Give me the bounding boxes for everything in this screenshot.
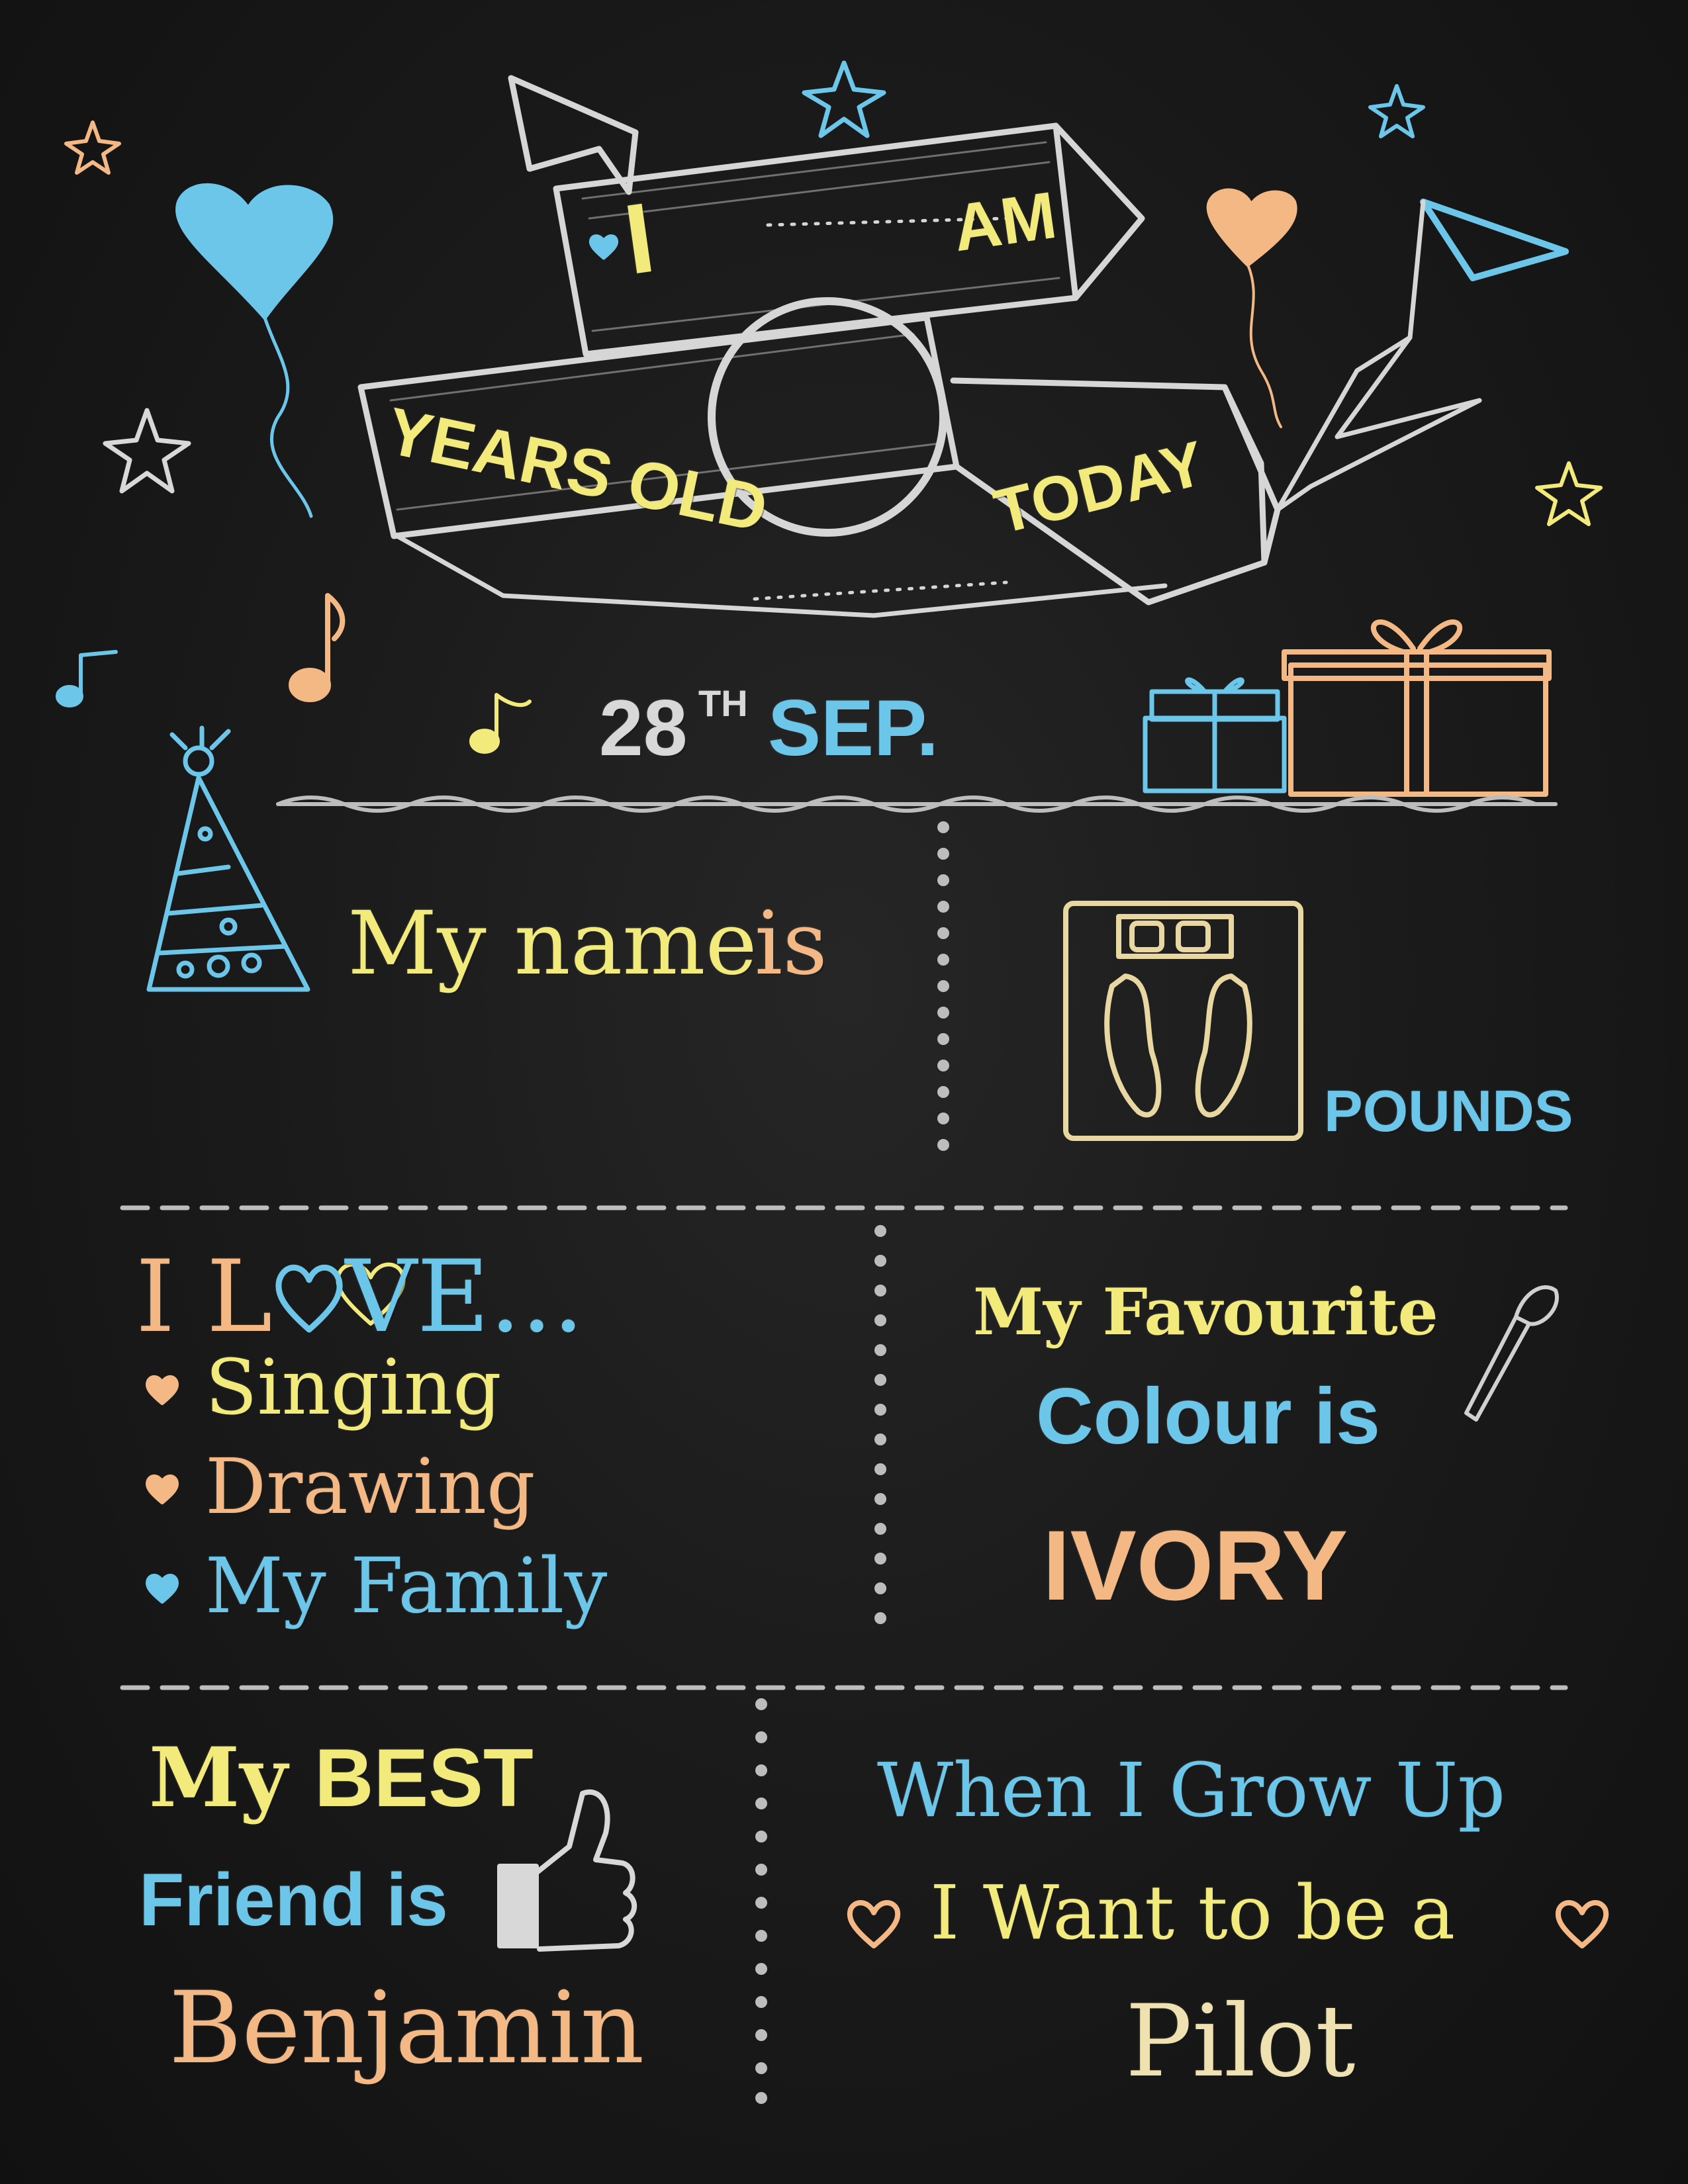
banner-am: AM (948, 177, 1061, 266)
gift-box-blue-icon (1143, 677, 1287, 794)
paintbrush-icon (1464, 1285, 1559, 1422)
music-note-icon (289, 593, 346, 702)
grow-line1: When I Grow Up (877, 1748, 1506, 1834)
friend-value: Benjamin (169, 1971, 645, 2086)
love-suffix: VE... (345, 1240, 585, 1355)
heart-icon (588, 234, 619, 260)
music-note-icon (469, 693, 532, 754)
date-month: SEP. (768, 684, 939, 772)
heart-icon (1555, 1900, 1609, 1948)
love-item-drawing: Drawing (205, 1443, 536, 1531)
heart-balloon-peach-icon (1206, 188, 1297, 428)
star-icon (802, 60, 886, 138)
date-day: 28 (599, 684, 688, 772)
banner-ribbon (357, 75, 1281, 618)
friend-best: BEST (314, 1733, 534, 1824)
love-heart-icon (275, 1264, 343, 1333)
chalkboard-poster: I AM YEARS OLD TODAY 28 TH SEP. My name … (0, 0, 1688, 2184)
star-icon (1535, 461, 1603, 526)
heart-icon (146, 1375, 179, 1405)
love-heading: I L VE... (136, 1248, 584, 1347)
love-item-family: My Family (205, 1542, 608, 1631)
weight-unit: POUNDS (1324, 1078, 1573, 1144)
colour-value: IVORY (1043, 1510, 1348, 1621)
heart-icon (146, 1475, 179, 1504)
love-prefix: I L (136, 1240, 273, 1355)
grow-line2: I Want to be a (930, 1870, 1456, 1956)
name-is-label: is (755, 893, 827, 995)
colour-line2: Colour is (1036, 1372, 1381, 1461)
gift-box-peach-icon (1282, 619, 1552, 797)
love-item-singing: Singing (205, 1343, 502, 1432)
heart-icon (847, 1900, 901, 1948)
star-icon (103, 408, 191, 494)
grow-value: Pilot (1125, 1984, 1356, 2099)
heart-balloon-blue-icon (175, 183, 334, 518)
ornamental-divider (276, 796, 1558, 813)
love-heart-o (273, 1248, 346, 1347)
name-label: My name (348, 893, 757, 995)
friend-line2: Friend is (139, 1858, 448, 1941)
party-hat-icon (146, 725, 310, 992)
heart-icon (146, 1574, 179, 1604)
star-icon (64, 120, 121, 175)
date-suffix: TH (698, 682, 748, 724)
scale-icon (1063, 901, 1303, 1141)
flag-pole (1275, 199, 1569, 512)
colour-line1: My Favourite (973, 1275, 1438, 1349)
friend-my: My (149, 1730, 288, 1826)
music-note-icon (56, 650, 118, 707)
star-icon (1368, 84, 1425, 138)
